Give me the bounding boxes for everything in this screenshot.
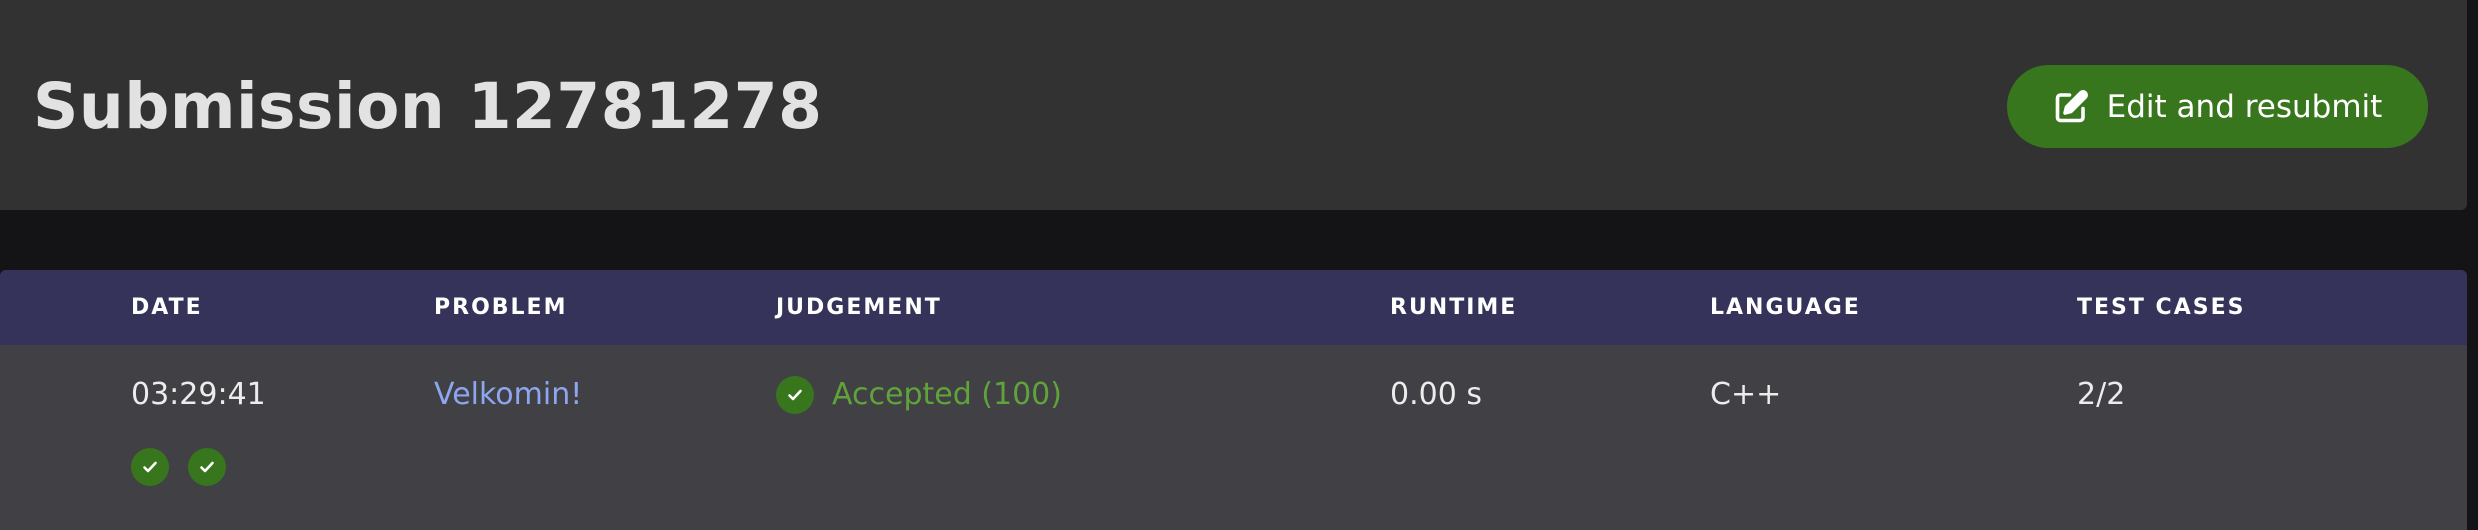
column-header-date: DATE [131, 295, 203, 320]
table-header-row: DATE PROBLEM JUDGEMENT RUNTIME LANGUAGE … [0, 270, 2467, 345]
edit-icon [2053, 89, 2089, 125]
column-header-language: LANGUAGE [1710, 295, 1861, 320]
column-header-judgement: JUDGEMENT [776, 295, 942, 320]
submission-date: 03:29:41 [131, 377, 266, 412]
page-title: Submission 12781278 [33, 70, 823, 143]
test-case-passed-icon[interactable] [188, 448, 226, 486]
problem-link[interactable]: Velkomin! [434, 370, 582, 420]
check-circle-icon [776, 376, 814, 414]
judgement-cell: Accepted (100) [776, 370, 1062, 420]
language-value: C++ [1710, 377, 1782, 412]
runtime-value: 0.00 s [1390, 377, 1482, 412]
submission-header: Submission 12781278 Edit and resubmit [0, 0, 2467, 210]
edit-and-resubmit-button[interactable]: Edit and resubmit [2007, 65, 2428, 148]
column-header-test-cases: TEST CASES [2077, 295, 2246, 320]
test-case-results [131, 448, 226, 486]
test-case-passed-icon[interactable] [131, 448, 169, 486]
column-header-problem: PROBLEM [434, 295, 568, 320]
edit-and-resubmit-label: Edit and resubmit [2106, 88, 2383, 125]
submission-table: DATE PROBLEM JUDGEMENT RUNTIME LANGUAGE … [0, 270, 2467, 530]
judgement-label: Accepted (100) [832, 377, 1062, 412]
column-header-runtime: RUNTIME [1390, 295, 1518, 320]
test-cases-value: 2/2 [2077, 377, 2126, 412]
